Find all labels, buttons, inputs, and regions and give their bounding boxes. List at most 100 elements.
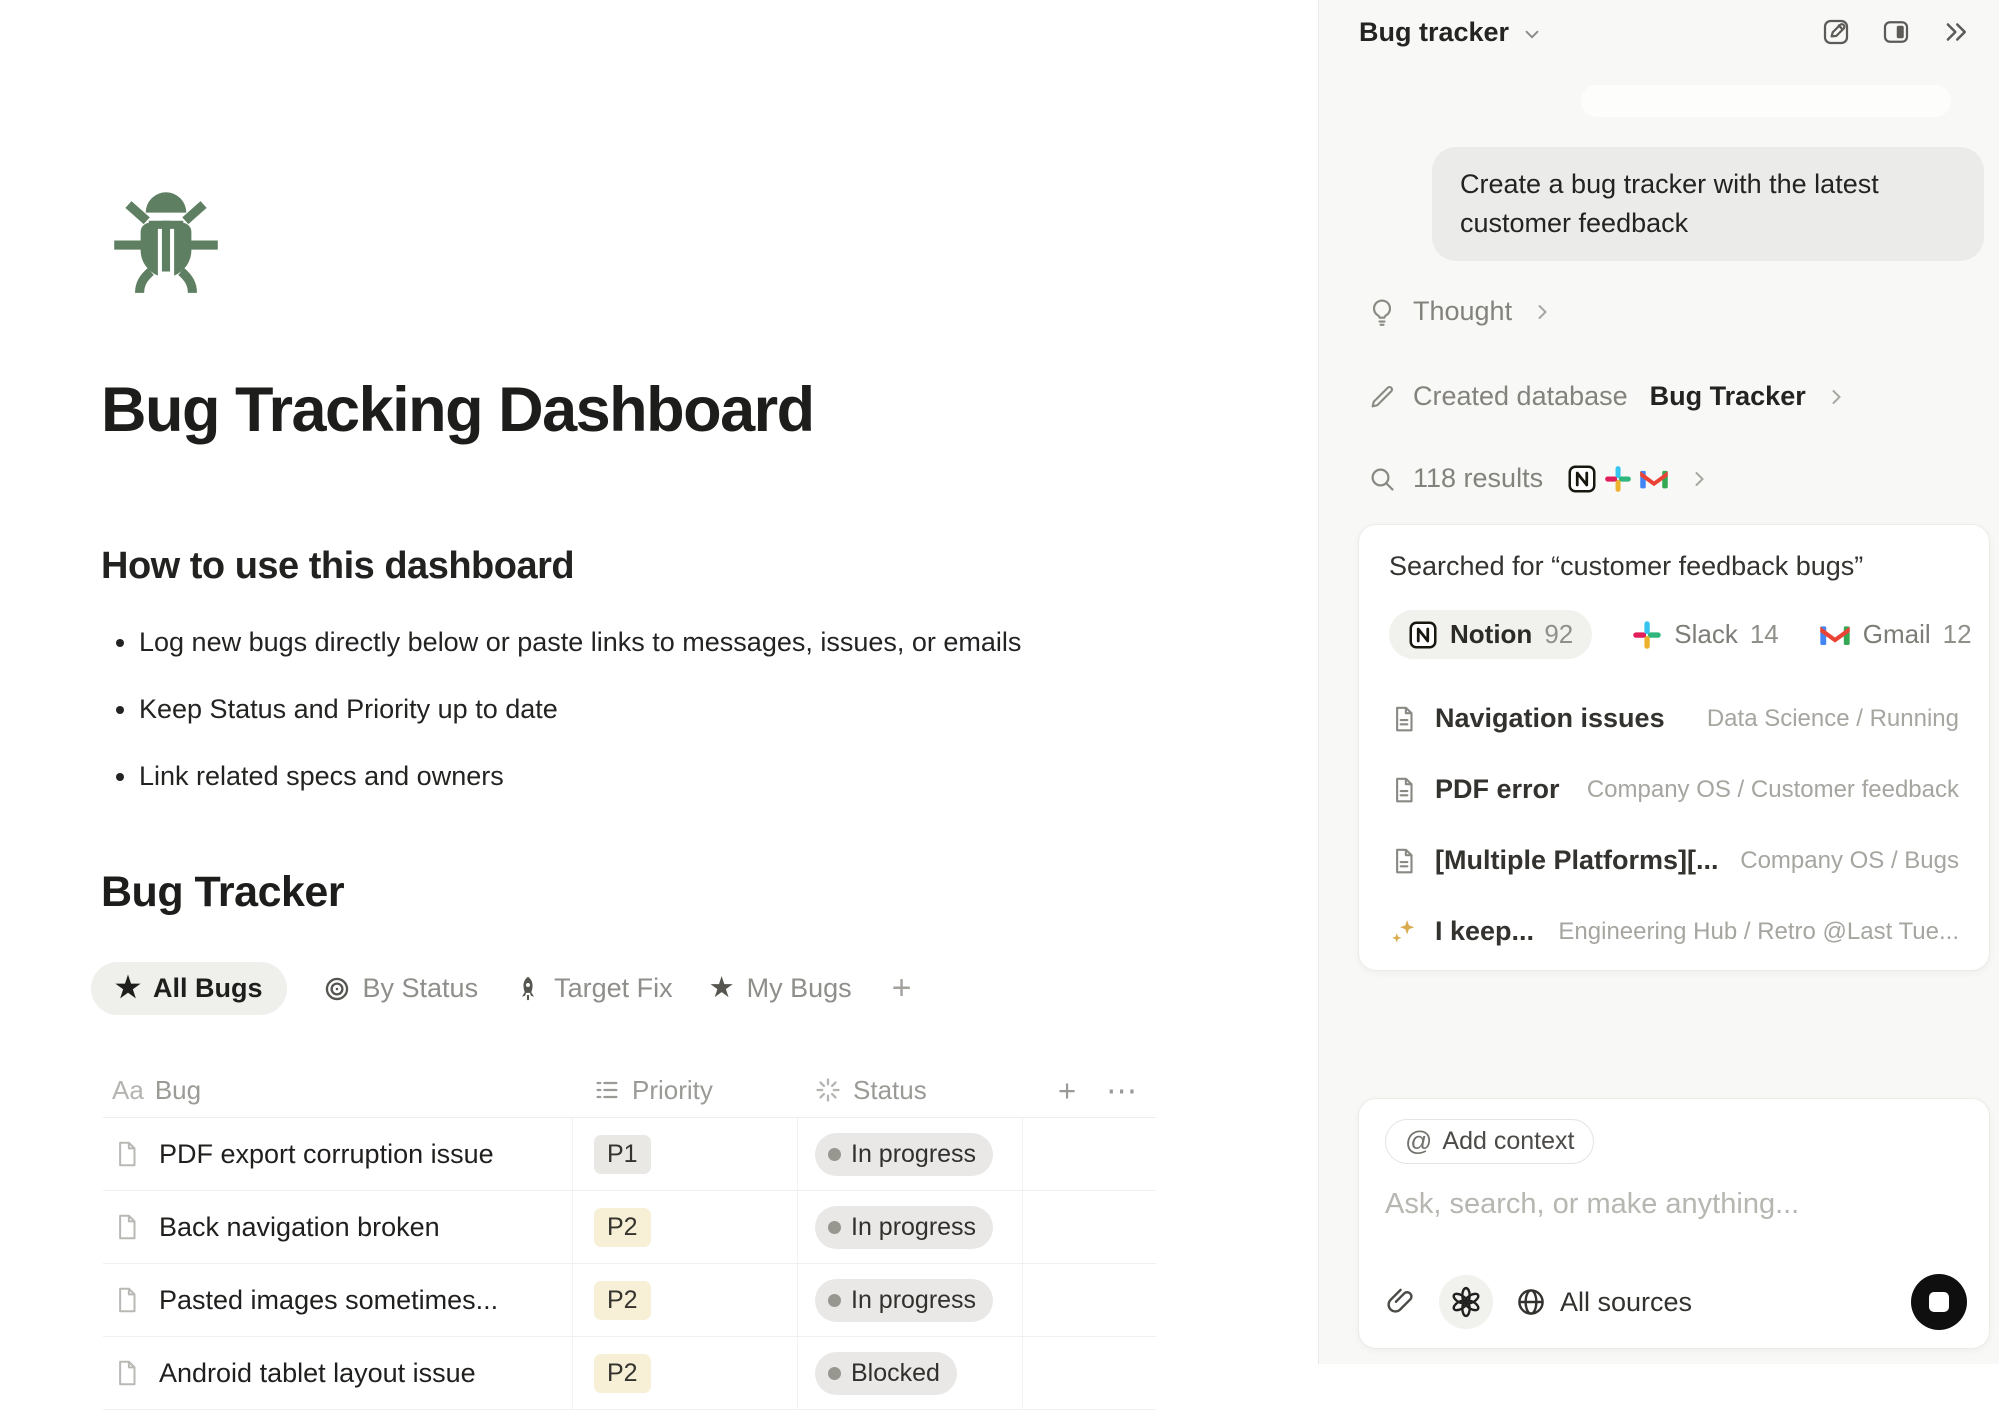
search-result-item[interactable]: Navigation issues Data Science / Running [1389, 683, 1959, 754]
agent-selector[interactable]: Bug tracker [1359, 17, 1543, 48]
search-result-list: Navigation issues Data Science / Running… [1389, 683, 1959, 967]
bug-cell[interactable]: PDF export corruption issue [103, 1118, 572, 1190]
tab-label: All Bugs [153, 973, 263, 1004]
chip-notion[interactable]: Notion 92 [1389, 610, 1592, 659]
globe-icon [1515, 1286, 1547, 1318]
bug-cell[interactable]: Back navigation broken [103, 1191, 572, 1263]
howto-bullet: Log new bugs directly below or paste lin… [139, 622, 1021, 662]
tab-by-status[interactable]: By Status [323, 973, 479, 1004]
chevron-right-icon [1824, 385, 1848, 409]
notion-icon [1567, 464, 1597, 494]
composer-toolbar: All sources [1385, 1274, 1967, 1330]
stop-button[interactable] [1911, 1274, 1967, 1330]
composer-input[interactable]: Ask, search, or make anything... [1385, 1188, 1963, 1221]
notion-icon [1408, 620, 1438, 650]
ai-sidebar: Bug tracker [1318, 0, 1999, 1364]
chevron-right-icon [1530, 300, 1554, 324]
empty-cell[interactable] [1022, 1264, 1156, 1336]
tab-my-bugs[interactable]: ★ My Bugs [709, 973, 852, 1004]
tab-all-bugs[interactable]: ★ All Bugs [91, 962, 287, 1015]
bug-table: Aa Bug Priority Status [103, 1063, 1156, 1410]
step-label: Created database [1413, 381, 1628, 412]
step-label: 118 results [1413, 463, 1543, 494]
created-database-step[interactable]: Created database Bug Tracker [1367, 381, 1848, 412]
scrolled-message-remnant [1581, 85, 1951, 117]
search-results-card: Searched for “customer feedback bugs” No… [1358, 524, 1990, 971]
slack-icon [1632, 620, 1662, 650]
table-header-row: Aa Bug Priority Status [103, 1063, 1156, 1118]
priority-cell[interactable]: P2 [572, 1337, 797, 1409]
priority-tag: P1 [594, 1135, 651, 1174]
chevron-down-icon [1521, 23, 1543, 45]
pencil-icon [1367, 382, 1397, 412]
document-area: Bug Tracking Dashboard How to use this d… [0, 0, 1318, 1364]
database-heading: Bug Tracker [101, 868, 344, 917]
tab-label: Target Fix [554, 973, 673, 1004]
result-source-path: Company OS / Customer feedback [1587, 776, 1959, 804]
add-view-button[interactable]: + [892, 969, 912, 1008]
column-header-bug[interactable]: Aa Bug [103, 1075, 572, 1106]
source-icons [1567, 464, 1669, 494]
all-sources-button[interactable]: All sources [1515, 1286, 1692, 1318]
priority-cell[interactable]: P2 [572, 1191, 797, 1263]
table-row[interactable]: PDF export corruption issue P1 In progre… [103, 1118, 1156, 1191]
table-more-button[interactable]: ⋯ [1106, 1075, 1137, 1106]
bug-cell[interactable]: Android tablet layout issue [103, 1337, 572, 1409]
status-cell[interactable]: In progress [797, 1118, 1022, 1190]
status-cell[interactable]: In progress [797, 1191, 1022, 1263]
sidebar-layout-icon[interactable] [1881, 17, 1911, 47]
empty-cell[interactable] [1022, 1118, 1156, 1190]
star-icon: ★ [709, 974, 735, 1003]
page-title: Bug Tracking Dashboard [101, 374, 814, 446]
document-icon [1389, 846, 1419, 876]
status-cell[interactable]: Blocked [797, 1337, 1022, 1409]
chip-slack[interactable]: Slack 14 [1632, 619, 1779, 650]
status-pill: In progress [815, 1133, 993, 1176]
column-header-status[interactable]: Status [797, 1075, 1022, 1106]
agent-title: Bug tracker [1359, 17, 1509, 48]
gmail-icon [1819, 622, 1851, 648]
step-label: Thought [1413, 296, 1512, 327]
bug-page-icon[interactable] [100, 182, 232, 294]
empty-cell[interactable] [1022, 1337, 1156, 1409]
thought-step[interactable]: Thought [1367, 296, 1554, 327]
column-header-priority[interactable]: Priority [572, 1075, 797, 1106]
table-row[interactable]: Android tablet layout issue P2 Blocked [103, 1337, 1156, 1410]
status-dot [828, 1148, 841, 1161]
search-card-title: Searched for “customer feedback bugs” [1389, 551, 1959, 582]
document-icon [1389, 704, 1419, 734]
howto-bullet: Link related specs and owners [139, 756, 1021, 796]
table-row[interactable]: Pasted images sometimes... P2 In progres… [103, 1264, 1156, 1337]
add-column-button[interactable]: + [1058, 1075, 1076, 1106]
priority-cell[interactable]: P1 [572, 1118, 797, 1190]
document-icon [1389, 775, 1419, 805]
search-result-item[interactable]: [Multiple Platforms][... Company OS / Bu… [1389, 825, 1959, 896]
search-result-item[interactable]: PDF error Company OS / Customer feedback [1389, 754, 1959, 825]
status-dot [828, 1367, 841, 1380]
table-row[interactable]: Back navigation broken P2 In progress [103, 1191, 1156, 1264]
page-icon [112, 1212, 142, 1242]
empty-cell[interactable] [1022, 1191, 1156, 1263]
status-cell[interactable]: In progress [797, 1264, 1022, 1336]
page-icon [112, 1139, 142, 1169]
search-result-item[interactable]: I keep... Engineering Hub / Retro @Last … [1389, 896, 1959, 967]
priority-tag: P2 [594, 1281, 651, 1320]
priority-cell[interactable]: P2 [572, 1264, 797, 1336]
new-chat-icon[interactable] [1821, 17, 1851, 47]
collapse-sidebar-icon[interactable] [1941, 17, 1971, 47]
add-context-button[interactable]: @ Add context [1385, 1119, 1594, 1164]
attachment-icon[interactable] [1385, 1286, 1417, 1318]
page-icon [112, 1285, 142, 1315]
search-results-step[interactable]: 118 results [1367, 463, 1711, 494]
tab-target-fix[interactable]: Target Fix [514, 973, 673, 1004]
chatgpt-model-button[interactable] [1439, 1275, 1493, 1329]
status-dot [828, 1294, 841, 1307]
source-filter-chips: Notion 92 Slack 14 [1389, 610, 1959, 659]
gmail-icon [1639, 467, 1669, 491]
howto-list: Log new bugs directly below or paste lin… [101, 622, 1021, 823]
chip-gmail[interactable]: Gmail 12 [1819, 619, 1972, 650]
chevron-right-icon [1687, 467, 1711, 491]
bug-cell[interactable]: Pasted images sometimes... [103, 1264, 572, 1336]
table-header-actions: + ⋯ [1022, 1075, 1156, 1106]
howto-heading: How to use this dashboard [101, 545, 574, 588]
